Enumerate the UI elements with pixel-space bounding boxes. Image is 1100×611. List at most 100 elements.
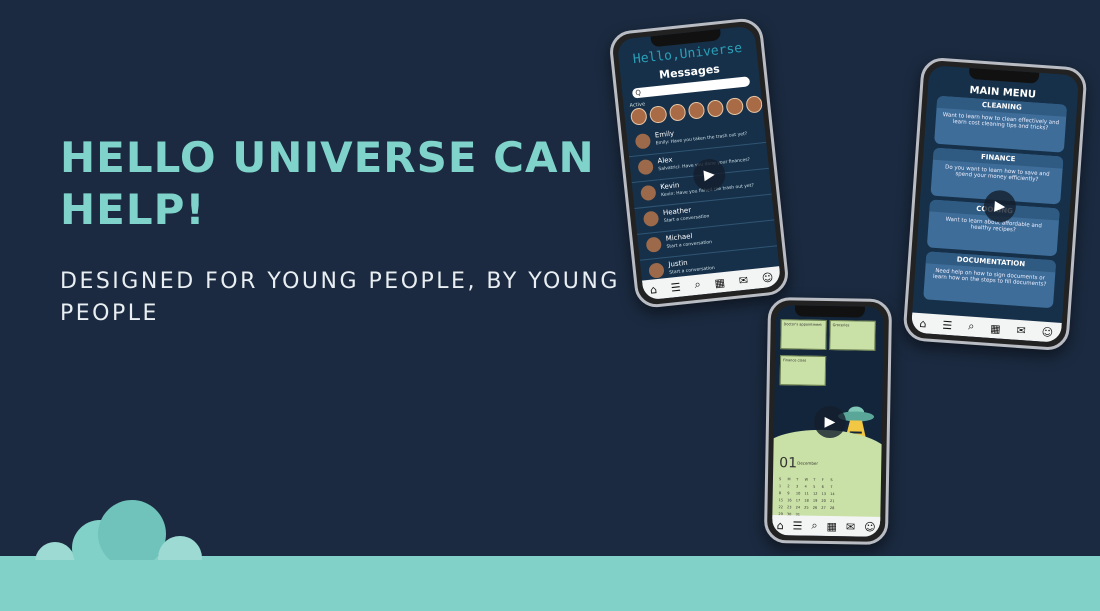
search-icon[interactable]: ⌕ <box>968 319 975 333</box>
bottom-nav-bar: ⌂ ☰ ⌕ ▦ ✉ ☺ <box>910 312 1062 343</box>
note-text: Finance class <box>783 358 807 363</box>
contact-name: Emily <box>654 129 675 140</box>
play-icon: ▶ <box>824 413 836 431</box>
ground-band <box>0 556 1100 611</box>
calendar-day[interactable]: 25 <box>804 506 813 510</box>
calendar-day[interactable]: 3 <box>796 484 805 488</box>
main-menu-screen: MAIN MENU CLEANING Want to learn how to … <box>910 65 1080 343</box>
avatar[interactable] <box>745 95 763 114</box>
search-icon[interactable]: ⌕ <box>811 519 817 533</box>
calendar-day[interactable]: 7 <box>830 485 839 489</box>
calendar-date-number: 01 <box>779 455 798 472</box>
calendar-icon[interactable]: ▦ <box>990 321 1001 335</box>
calendar-day[interactable]: 24 <box>796 505 805 509</box>
profile-icon[interactable]: ☺ <box>761 270 774 284</box>
contact-name: Alex <box>657 155 673 166</box>
avatar <box>645 236 663 253</box>
avatar[interactable] <box>706 99 725 118</box>
calendar-day[interactable]: 2 <box>787 484 796 488</box>
avatar[interactable] <box>687 101 706 120</box>
planner-screen: Doctor's appointment Groceries Finance c… <box>772 305 884 537</box>
messages-phone-mockup: Hello,Universe Messages Q Active Emily Em… <box>607 16 791 310</box>
weekday-label: S <box>830 478 833 483</box>
calendar-grid: S M T W T F S 1 2 3 4 5 6 7 8 9 10 11 12 13 14 15 16 17 18 19 20 21… <box>778 477 839 517</box>
chat-icon[interactable]: ✉ <box>738 273 749 287</box>
chat-icon[interactable]: ✉ <box>1016 323 1026 337</box>
menu-card-documentation[interactable]: DOCUMENTATION Need help on how to sign d… <box>923 251 1057 309</box>
calendar-day[interactable]: 19 <box>813 499 822 503</box>
contact-name: Heather <box>662 206 692 218</box>
calendar-day[interactable]: 1 <box>779 484 788 488</box>
calendar-day[interactable]: 28 <box>830 506 839 510</box>
avatar[interactable] <box>668 103 687 122</box>
calendar-day[interactable]: 9 <box>787 491 796 495</box>
calendar-icon[interactable]: ▦ <box>714 275 726 289</box>
calendar-day[interactable]: 13 <box>822 492 831 496</box>
home-icon[interactable]: ⌂ <box>777 519 784 532</box>
contact-name: Justin <box>668 258 689 269</box>
home-icon[interactable]: ⌂ <box>919 317 927 330</box>
profile-icon[interactable]: ☺ <box>1041 325 1053 339</box>
contact-name: Kevin <box>659 181 680 192</box>
calendar-day[interactable]: 12 <box>813 492 822 496</box>
calendar-day[interactable]: 23 <box>787 505 796 509</box>
menu-card-cleaning[interactable]: CLEANING Want to learn how to clean effe… <box>934 95 1068 153</box>
calendar-day[interactable]: 14 <box>830 492 839 496</box>
calendar-day[interactable]: 26 <box>813 506 822 510</box>
sticky-note[interactable]: Groceries <box>829 320 876 351</box>
avatar <box>637 158 654 176</box>
calendar-day[interactable]: 5 <box>813 485 822 489</box>
calendar-day[interactable]: 27 <box>821 506 830 510</box>
calendar-day[interactable]: 20 <box>821 499 830 503</box>
calendar-month: December <box>797 460 819 466</box>
search-icon[interactable]: ⌕ <box>694 278 702 293</box>
avatar <box>642 210 660 228</box>
calendar-icon[interactable]: ▦ <box>826 519 837 532</box>
avatar[interactable] <box>649 105 668 124</box>
profile-icon[interactable]: ☺ <box>864 520 876 533</box>
main-menu-phone-mockup: MAIN MENU CLEANING Want to learn how to … <box>902 56 1088 352</box>
weekday-label: T <box>796 477 799 482</box>
calendar-day[interactable]: 18 <box>804 499 813 503</box>
home-icon[interactable]: ⌂ <box>649 283 657 297</box>
calendar-day[interactable]: 11 <box>804 492 813 496</box>
avatar <box>640 184 657 202</box>
contact-name: Michael <box>665 232 693 243</box>
play-icon: ▶ <box>993 197 1006 215</box>
calendar-day[interactable]: 17 <box>796 498 805 502</box>
menu-icon[interactable]: ☰ <box>670 280 681 294</box>
calendar-day[interactable]: 16 <box>787 498 796 502</box>
calendar-day[interactable]: 6 <box>822 485 831 489</box>
menu-icon[interactable]: ☰ <box>792 519 802 532</box>
search-icon: Q <box>634 88 642 98</box>
bottom-nav-bar: ⌂ ☰ ⌕ ▦ ✉ ☺ <box>772 515 881 537</box>
planner-phone-mockup: Doctor's appointment Groceries Finance c… <box>763 296 893 546</box>
menu-icon[interactable]: ☰ <box>942 318 953 332</box>
hero-subtitle: DESIGNED FOR YOUNG PEOPLE, BY YOUNG PEOP… <box>60 269 620 326</box>
avatar[interactable] <box>725 97 744 116</box>
weekday-label: F <box>821 477 824 482</box>
cloud-illustration <box>35 500 202 560</box>
calendar-day[interactable]: 22 <box>778 505 787 509</box>
sticky-note[interactable]: Finance class <box>779 355 827 386</box>
avatar <box>648 262 665 279</box>
calendar-day[interactable]: 15 <box>779 498 788 502</box>
phone-notch <box>794 305 866 318</box>
calendar-day[interactable]: 4 <box>805 485 814 489</box>
phone-notch <box>968 67 1040 84</box>
calendar-day[interactable]: 10 <box>796 491 805 495</box>
weekday-label: T <box>813 477 816 482</box>
messages-screen: Hello,Universe Messages Q Active Emily Em… <box>616 25 782 301</box>
note-text: Groceries <box>832 323 850 328</box>
play-icon: ▶ <box>703 166 716 184</box>
avatar <box>634 133 652 150</box>
weekday-label: M <box>787 477 791 482</box>
chat-icon[interactable]: ✉ <box>846 520 855 533</box>
sticky-note[interactable]: Doctor's appointment <box>780 319 827 350</box>
contact-list: Emily Emily: Have you taken the trash out… <box>626 117 780 287</box>
avatar[interactable] <box>629 107 648 126</box>
weekday-label: S <box>778 477 782 482</box>
note-text: Doctor's appointment <box>783 322 822 327</box>
calendar-day[interactable]: 8 <box>779 491 788 495</box>
calendar-day[interactable]: 21 <box>830 499 839 503</box>
